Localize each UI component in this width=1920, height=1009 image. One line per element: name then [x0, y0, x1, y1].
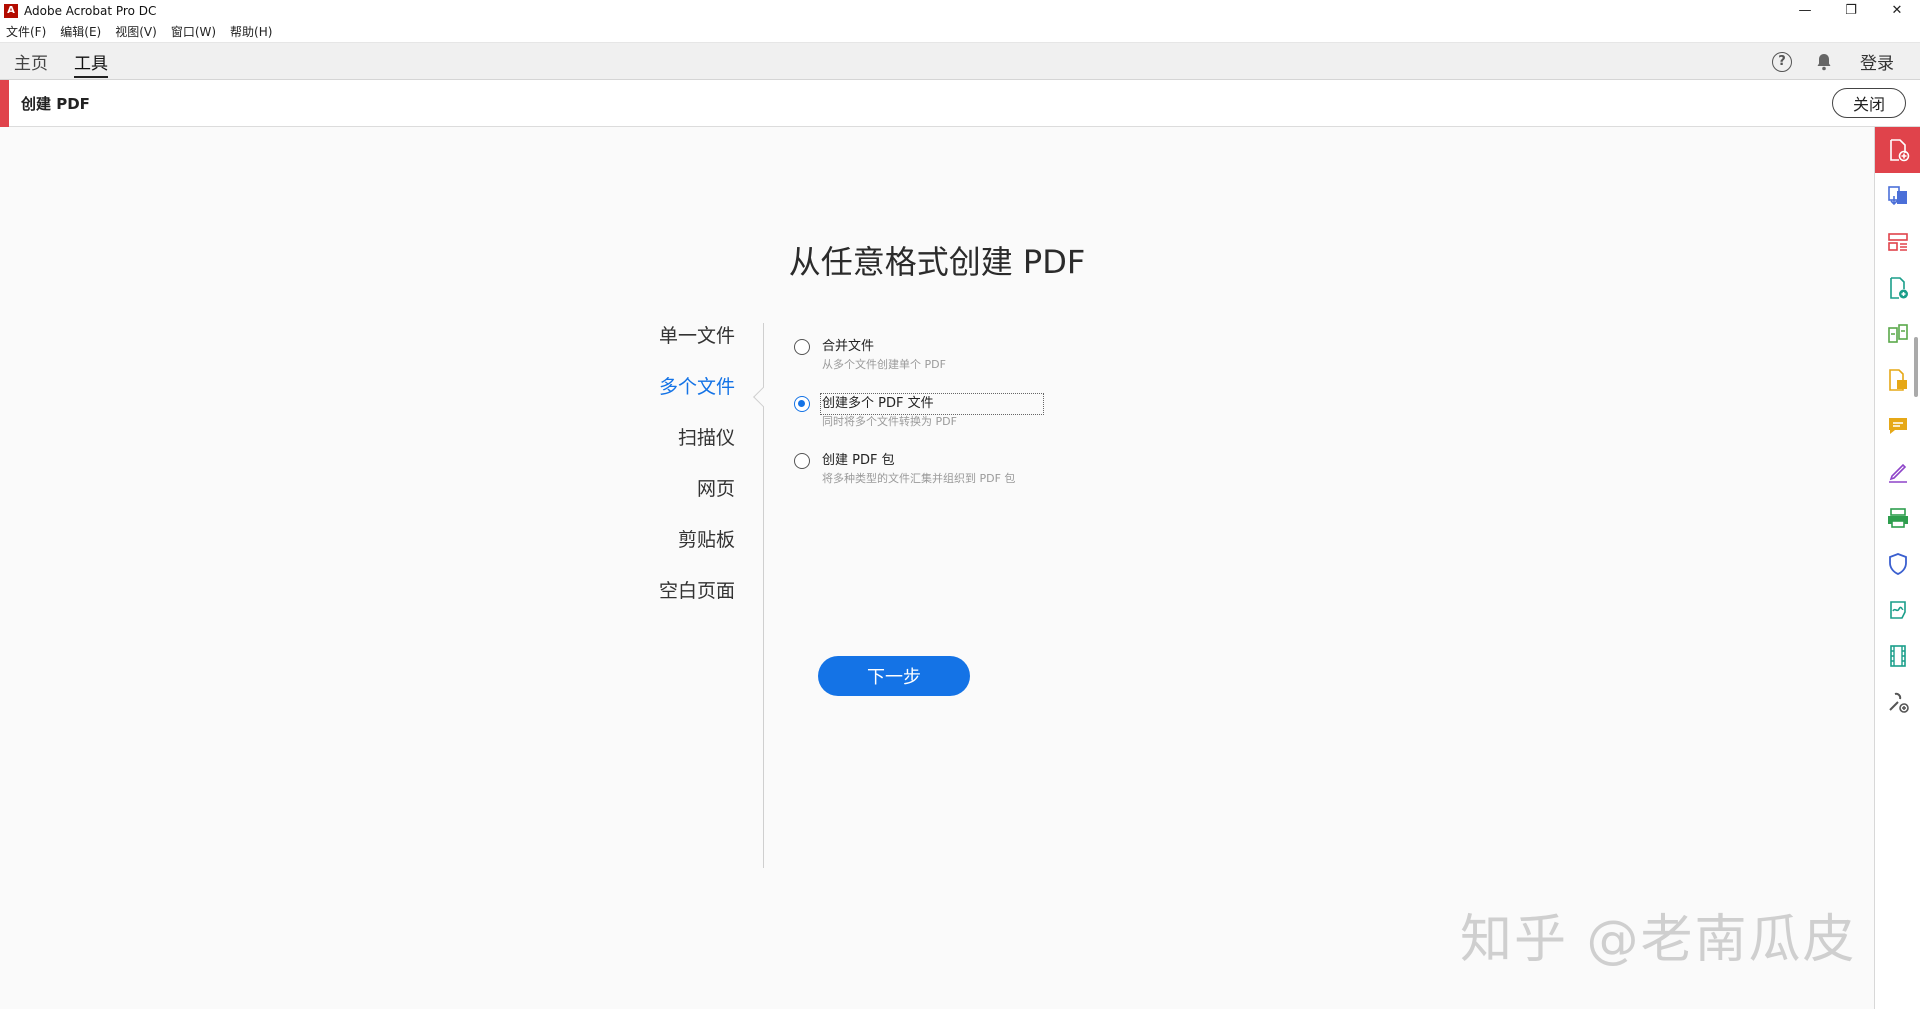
main-content: 从任意格式创建 PDF 单一文件 多个文件 扫描仪 网页 剪贴板 空白页面 合并… — [0, 127, 1874, 1009]
tool-accent-bar — [0, 79, 9, 127]
create-pdf-icon[interactable] — [1875, 127, 1920, 173]
source-type-nav: 单一文件 多个文件 扫描仪 网页 剪贴板 空白页面 — [560, 323, 735, 629]
menu-bar: 文件(F) 编辑(E) 视图(V) 窗口(W) 帮助(H) — [0, 21, 1920, 43]
option-description: 从多个文件创建单个 PDF — [822, 358, 946, 371]
tool-title: 创建 PDF — [21, 94, 90, 113]
menu-edit[interactable]: 编辑(E) — [60, 23, 101, 40]
radio-create-multiple-pdf[interactable] — [794, 396, 810, 412]
nav-blank-page[interactable]: 空白页面 — [560, 578, 735, 629]
edit-pdf-icon[interactable] — [1875, 265, 1920, 311]
title-bar: A Adobe Acrobat Pro DC — ❐ ✕ — [0, 0, 1920, 21]
minimize-button[interactable]: — — [1782, 0, 1828, 21]
rail-scrollbar[interactable] — [1914, 337, 1918, 397]
nav-multiple-files[interactable]: 多个文件 — [560, 374, 735, 425]
option-description: 将多种类型的文件汇集并组织到 PDF 包 — [822, 472, 1016, 485]
option-create-multiple-pdf[interactable]: 创建多个 PDF 文件 同时将多个文件转换为 PDF — [794, 393, 1054, 429]
divider-pointer — [753, 387, 773, 407]
restore-button[interactable]: ❐ — [1828, 0, 1874, 21]
window-controls: — ❐ ✕ — [1782, 0, 1920, 21]
options-group: 合并文件 从多个文件创建单个 PDF 创建多个 PDF 文件 同时将多个文件转换… — [794, 338, 1054, 509]
next-button[interactable]: 下一步 — [818, 656, 970, 696]
tab-home[interactable]: 主页 — [14, 43, 48, 80]
tab-tools[interactable]: 工具 — [74, 43, 108, 80]
option-label: 创建多个 PDF 文件 — [820, 393, 1044, 415]
option-label: 创建 PDF 包 — [822, 453, 895, 468]
more-tools-icon[interactable] — [1875, 679, 1920, 725]
nav-clipboard[interactable]: 剪贴板 — [560, 527, 735, 578]
tab-bar: 主页 工具 ? 登录 — [0, 43, 1920, 80]
right-tools-rail — [1874, 127, 1920, 1009]
bell-icon[interactable] — [1814, 52, 1834, 72]
nav-scanner[interactable]: 扫描仪 — [560, 425, 735, 476]
export-pdf-icon[interactable] — [1875, 173, 1920, 219]
rich-media-icon[interactable] — [1875, 633, 1920, 679]
menu-file[interactable]: 文件(F) — [6, 23, 46, 40]
page-title: 从任意格式创建 PDF — [788, 243, 1086, 281]
nav-webpage[interactable]: 网页 — [560, 476, 735, 527]
menu-window[interactable]: 窗口(W) — [171, 23, 216, 40]
option-label: 合并文件 — [822, 339, 875, 354]
radio-combine-files[interactable] — [794, 339, 810, 355]
help-icon[interactable]: ? — [1772, 51, 1792, 72]
tool-header: 创建 PDF 关闭 — [0, 79, 1920, 127]
protect-icon[interactable] — [1875, 541, 1920, 587]
scan-ocr-icon[interactable] — [1875, 495, 1920, 541]
option-description: 同时将多个文件转换为 PDF — [822, 415, 957, 428]
comment-icon[interactable] — [1875, 403, 1920, 449]
close-window-button[interactable]: ✕ — [1874, 0, 1920, 21]
watermark: 知乎 @老南瓜皮 — [1460, 910, 1857, 970]
login-link[interactable]: 登录 — [1860, 49, 1894, 74]
close-tool-button[interactable]: 关闭 — [1832, 88, 1906, 118]
fill-sign-icon[interactable] — [1875, 449, 1920, 495]
send-for-signature-icon[interactable] — [1875, 587, 1920, 633]
menu-help[interactable]: 帮助(H) — [230, 23, 272, 40]
option-combine-files[interactable]: 合并文件 从多个文件创建单个 PDF — [794, 338, 1054, 372]
nav-single-file[interactable]: 单一文件 — [560, 323, 735, 374]
option-create-pdf-portfolio[interactable]: 创建 PDF 包 将多种类型的文件汇集并组织到 PDF 包 — [794, 452, 1054, 486]
organize-pages-icon[interactable] — [1875, 219, 1920, 265]
menu-view[interactable]: 视图(V) — [115, 23, 157, 40]
radio-create-pdf-portfolio[interactable] — [794, 453, 810, 469]
acrobat-logo-icon: A — [4, 3, 18, 18]
window-title: Adobe Acrobat Pro DC — [24, 3, 157, 18]
